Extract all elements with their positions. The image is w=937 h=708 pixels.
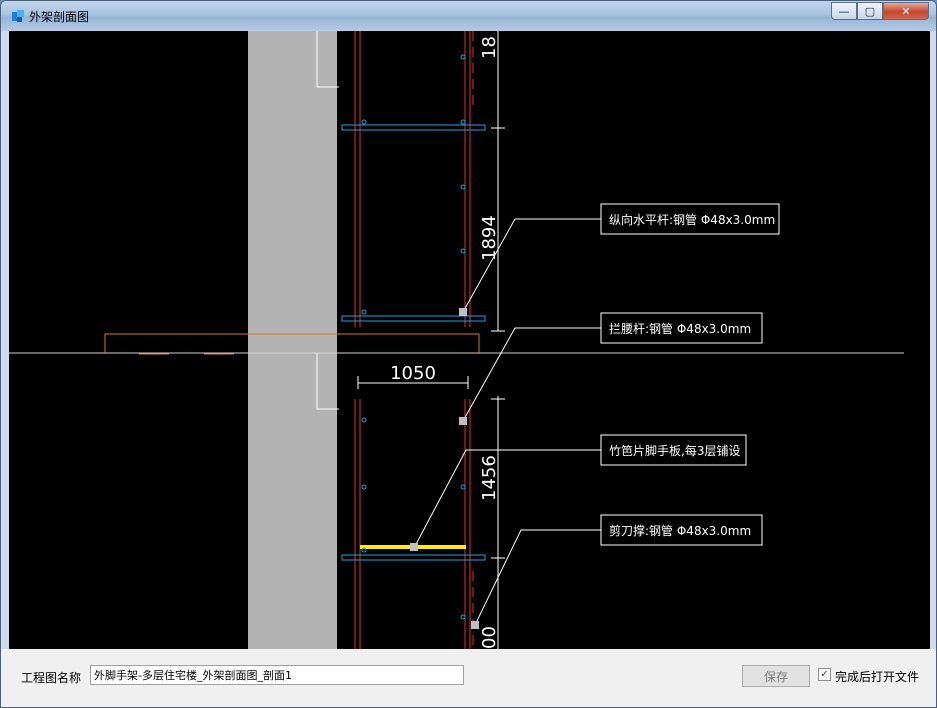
- app-icon: [12, 10, 24, 22]
- outer-pole-upper: [464, 31, 471, 327]
- dim-top-partial: 18: [479, 36, 500, 59]
- dim-bottom-partial: 00: [479, 626, 500, 649]
- open-after-label[interactable]: 完成后打开文件: [835, 668, 919, 685]
- maximize-button[interactable]: ▢: [857, 2, 883, 20]
- window-title: 外架剖面图: [29, 10, 90, 24]
- drawing-canvas[interactable]: 18 1894 1456 00 1050 纵向水平杆:钢管 Φ48x3.0mm …: [9, 31, 930, 649]
- dim-lower-height: 1456: [479, 455, 500, 501]
- callout-text-4: 剪刀撑:钢管 Φ48x3.0mm: [609, 523, 751, 538]
- callout-text-2: 拦腰杆:钢管 Φ48x3.0mm: [609, 321, 751, 336]
- vertical-dimension: [491, 31, 505, 649]
- dim-middle-height: 1894: [479, 215, 500, 261]
- wall-column: [248, 31, 337, 649]
- section-drawing-window: 外架剖面图 — ▢ ✕ 18 1894 1456 00 1050 纵向水平杆:钢…: [0, 0, 937, 708]
- callout-text-1: 纵向水平杆:钢管 Φ48x3.0mm: [609, 212, 775, 227]
- drawing-name-input[interactable]: [90, 665, 464, 685]
- ledger-tube-1: [341, 124, 486, 131]
- title-bar[interactable]: 外架剖面图 — ▢ ✕: [1, 1, 936, 31]
- form-bar: 工程图名称 保存 ✓ 完成后打开文件: [1, 649, 936, 707]
- callout-text-3: 竹笆片脚手板,每3层铺设: [609, 443, 740, 458]
- callout-longitudinal-ledger: 纵向水平杆:钢管 Φ48x3.0mm: [600, 203, 780, 235]
- inner-pole-upper: [354, 31, 361, 327]
- callout-bamboo-board: 竹笆片脚手板,每3层铺设: [600, 434, 747, 466]
- scaffold-section-drawing: 18 1894 1456 00 1050 纵向水平杆:钢管 Φ48x3.0mm …: [9, 31, 904, 649]
- close-button[interactable]: ✕: [883, 2, 929, 20]
- drawing-name-label: 工程图名称: [21, 671, 82, 685]
- ledger-tube-3: [341, 554, 486, 561]
- tube-sections: [361, 54, 466, 620]
- grip-markers: [410, 308, 479, 629]
- leader-lines: [413, 218, 601, 626]
- minimize-button[interactable]: —: [831, 2, 857, 20]
- inner-pole-lower: [354, 399, 361, 649]
- outer-pole-lower: [464, 399, 471, 649]
- save-button[interactable]: 保存: [742, 665, 810, 687]
- callout-cross-brace: 剪刀撑:钢管 Φ48x3.0mm: [600, 514, 763, 546]
- open-after-checkbox[interactable]: ✓: [818, 668, 831, 681]
- callout-waist-rail: 拦腰杆:钢管 Φ48x3.0mm: [600, 312, 763, 344]
- ledger-tube-2: [341, 315, 486, 322]
- dim-bay-width: 1050: [390, 363, 436, 384]
